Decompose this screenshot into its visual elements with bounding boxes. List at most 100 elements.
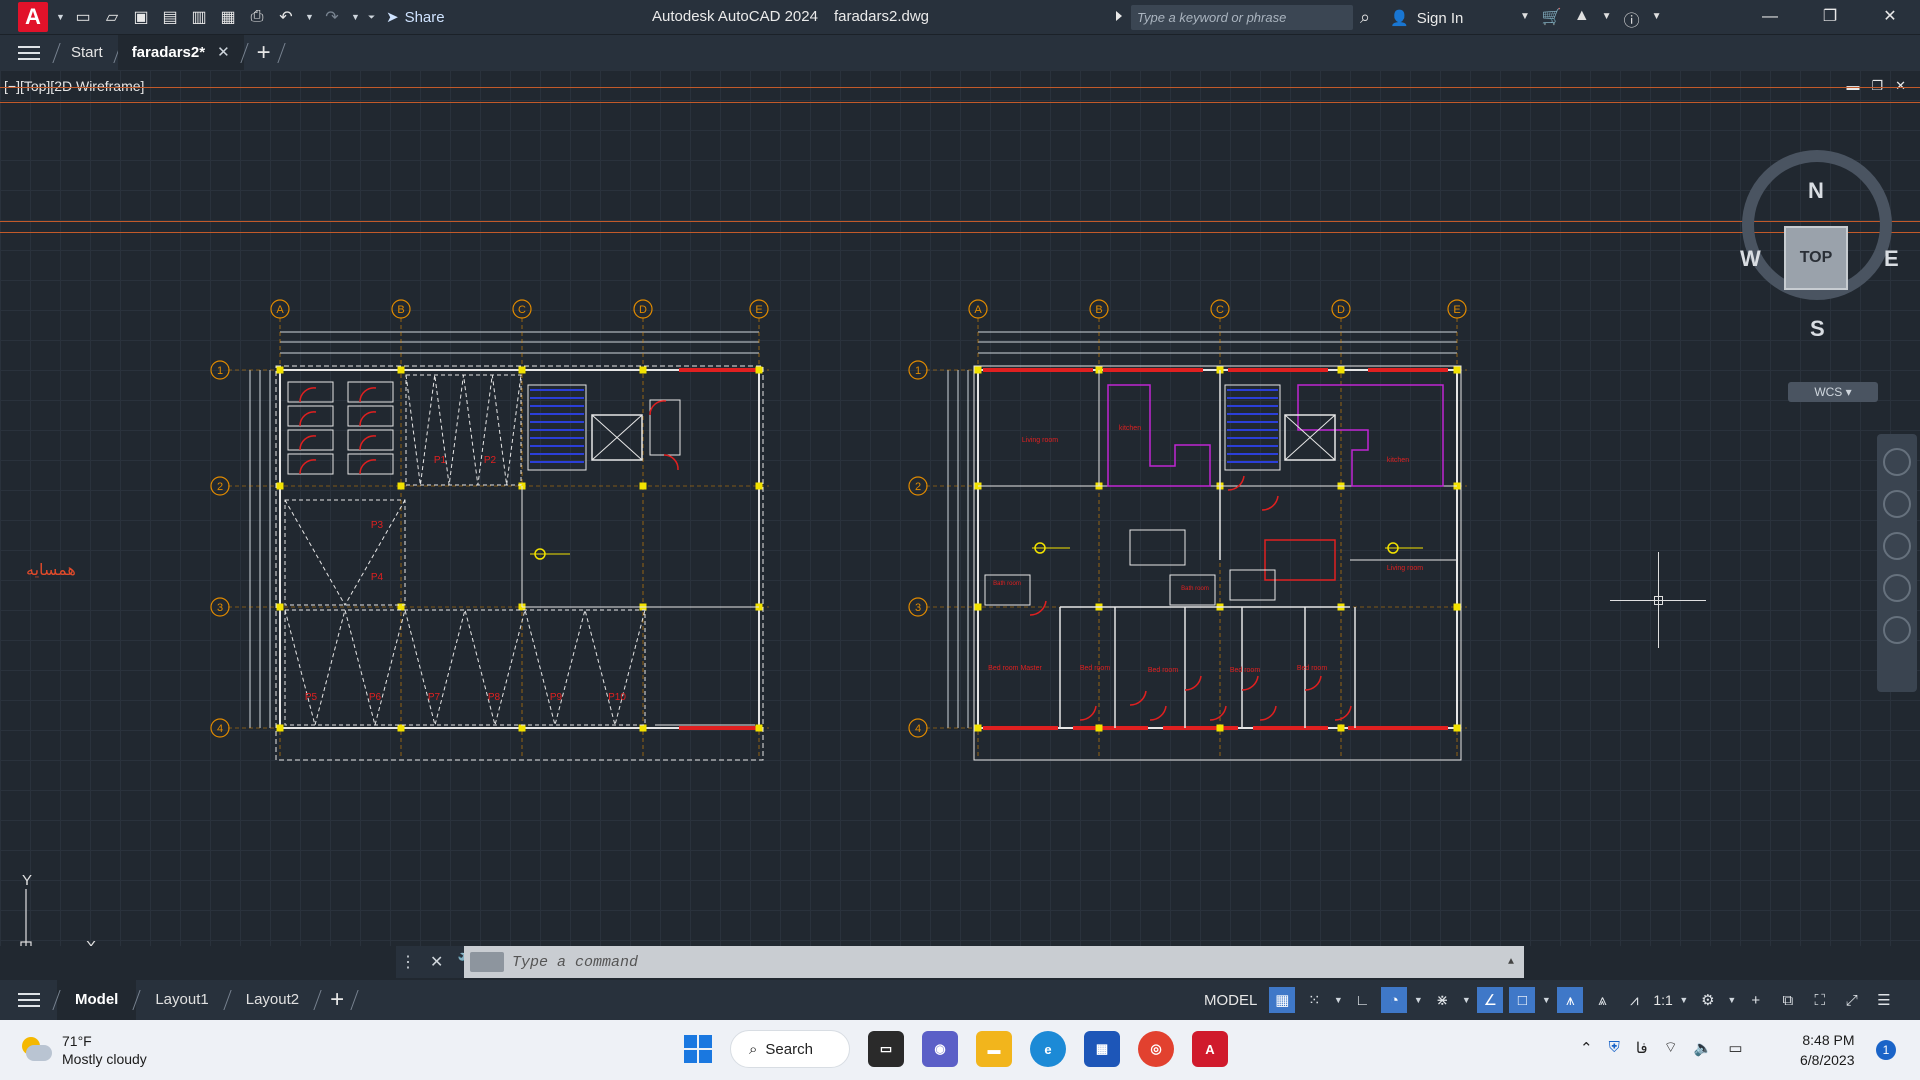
- help-search-input[interactable]: Type a keyword or phrase: [1131, 5, 1353, 30]
- ortho-icon[interactable]: ∟: [1349, 987, 1375, 1013]
- publish-icon[interactable]: ▥: [189, 7, 209, 27]
- file-explorer-icon[interactable]: ▬: [976, 1031, 1012, 1067]
- plot-icon[interactable]: ⎙: [247, 7, 267, 27]
- account-dropdown-icon[interactable]: ▼: [1602, 7, 1612, 31]
- view-cube-top-face[interactable]: TOP: [1784, 226, 1848, 290]
- tab-layout1[interactable]: Layout1: [137, 980, 226, 1020]
- signin-dropdown-icon[interactable]: ▼: [1520, 7, 1530, 31]
- wifi-icon[interactable]: ⌔: [1664, 1038, 1678, 1057]
- chrome-browser-icon[interactable]: ◎: [1138, 1031, 1174, 1067]
- restore-icon[interactable]: ❐: [1800, 0, 1860, 34]
- polar-tracking-icon[interactable]: ◔: [1381, 987, 1408, 1013]
- task-view-icon[interactable]: ▭: [868, 1031, 904, 1067]
- autocad-app-menu-button[interactable]: A: [18, 2, 48, 32]
- snap-mode-icon[interactable]: ⁙: [1301, 987, 1327, 1013]
- autocad-taskbar-icon[interactable]: A: [1192, 1031, 1228, 1067]
- customize-qa-icon[interactable]: ⏷: [368, 12, 376, 23]
- auto-scale-icon[interactable]: ⩓: [1589, 987, 1615, 1013]
- taskbar-search-button[interactable]: ⌕ Search: [730, 1030, 850, 1068]
- edge-browser-icon[interactable]: e: [1030, 1031, 1066, 1067]
- title-bar: A ▼ ▭ ▱ ▣ ▤ ▥ ▦ ⎙ ↶ ▼ ↷ ▼ ⏷ ➤ Share Auto…: [0, 0, 1920, 34]
- grid-toggle-icon[interactable]: ▦: [1269, 987, 1296, 1013]
- customize-status-icon[interactable]: ☰: [1871, 987, 1897, 1013]
- polar-dropdown-icon[interactable]: ▼: [1413, 995, 1423, 1005]
- show-hidden-icons-chevron-icon[interactable]: ⌃: [1580, 1039, 1593, 1057]
- taskbar-clock[interactable]: 8:48 PM 6/8/2023: [1800, 1030, 1855, 1070]
- command-input[interactable]: Type a command ▲: [464, 946, 1524, 978]
- wcs-menu[interactable]: WCS ▾: [1788, 382, 1878, 402]
- scale-dropdown-icon[interactable]: ▼: [1679, 995, 1689, 1005]
- sign-in-button[interactable]: 👤 Sign In: [1390, 9, 1463, 28]
- command-history-icon[interactable]: ▲: [1508, 957, 1514, 968]
- showmotion-icon[interactable]: [1883, 616, 1911, 644]
- fullscreen-icon[interactable]: ⤢: [1839, 987, 1865, 1013]
- security-shield-icon[interactable]: ⛨: [1609, 1039, 1620, 1056]
- snap-dropdown-icon[interactable]: ▼: [1333, 995, 1343, 1005]
- teams-chat-icon[interactable]: ◉: [922, 1031, 958, 1067]
- close-icon[interactable]: ✕: [1860, 0, 1920, 34]
- units-icon[interactable]: ⧉: [1775, 987, 1801, 1013]
- microsoft-store-icon[interactable]: ▦: [1084, 1031, 1120, 1067]
- file-tabs-menu-icon[interactable]: [18, 42, 40, 64]
- new-layout-button[interactable]: +: [330, 986, 344, 1014]
- object-snap-tracking-icon[interactable]: ∠: [1477, 987, 1504, 1013]
- compass-south[interactable]: S: [1810, 316, 1825, 342]
- quick-properties-icon[interactable]: ⛶: [1807, 987, 1833, 1013]
- save-icon[interactable]: ▣: [131, 7, 151, 27]
- language-indicator[interactable]: فا: [1636, 1039, 1648, 1057]
- help-icon[interactable]: ⓘ: [1624, 7, 1640, 31]
- layout-tabs-menu-icon[interactable]: [18, 989, 40, 1011]
- zoom-extents-icon[interactable]: [1883, 532, 1911, 560]
- model-space-toggle[interactable]: MODEL: [1204, 992, 1257, 1009]
- compass-north[interactable]: N: [1808, 178, 1824, 204]
- compass-west[interactable]: W: [1740, 246, 1761, 272]
- orbit-icon[interactable]: [1883, 574, 1911, 602]
- battery-icon[interactable]: ▭: [1728, 1039, 1742, 1057]
- workspace-gear-icon[interactable]: ⚙: [1695, 987, 1721, 1013]
- annotation-visibility-icon[interactable]: ⩚: [1557, 987, 1584, 1013]
- save-as-icon[interactable]: ▤: [160, 7, 180, 27]
- drawing-viewport[interactable]: [−][Top][2D Wireframe] ▬ ❐ ✕ همسایه ABCD…: [0, 70, 1920, 946]
- autodesk-account-icon[interactable]: ▲: [1574, 7, 1590, 31]
- redo-dropdown-icon[interactable]: ▼: [351, 12, 360, 22]
- structural-column: [276, 724, 284, 732]
- tab-layout2[interactable]: Layout2: [228, 980, 317, 1020]
- open-file-icon[interactable]: ▱: [102, 7, 122, 27]
- app-menu-dropdown-icon[interactable]: ▼: [56, 12, 65, 22]
- new-tab-button[interactable]: +: [257, 39, 271, 67]
- search-icon[interactable]: ⌕: [1360, 7, 1370, 28]
- search-expand-icon[interactable]: [1116, 11, 1122, 21]
- recent-commands-icon[interactable]: [470, 952, 504, 972]
- pan-icon[interactable]: [1883, 490, 1911, 518]
- share-button[interactable]: ➤ Share: [386, 8, 445, 27]
- notification-badge[interactable]: 1: [1876, 1040, 1896, 1060]
- annotation-monitor-icon[interactable]: +: [1743, 987, 1769, 1013]
- view-cube[interactable]: TOP N S W E: [1740, 126, 1899, 341]
- object-snap-icon[interactable]: □: [1509, 987, 1536, 1013]
- annotation-scale-value[interactable]: 1:1: [1653, 992, 1672, 1008]
- tab-model[interactable]: Model: [57, 980, 137, 1020]
- workspace-dropdown-icon[interactable]: ▼: [1727, 995, 1737, 1005]
- windows-start-icon[interactable]: [684, 1035, 712, 1063]
- tab-start[interactable]: Start: [57, 35, 117, 71]
- help-dropdown-icon[interactable]: ▼: [1652, 7, 1662, 31]
- new-file-icon[interactable]: ▭: [73, 7, 93, 27]
- isodraft-dropdown-icon[interactable]: ▼: [1461, 995, 1471, 1005]
- command-close-icon[interactable]: ✕: [430, 952, 443, 972]
- minimize-icon[interactable]: —: [1740, 0, 1800, 34]
- volume-icon[interactable]: 🔈: [1694, 1039, 1713, 1057]
- weather-widget[interactable]: 71°F Mostly cloudy: [18, 1032, 147, 1068]
- tab-file[interactable]: faradars2* ✕: [117, 34, 244, 71]
- osnap-dropdown-icon[interactable]: ▼: [1541, 995, 1551, 1005]
- annotation-scale-icon[interactable]: ⩘: [1621, 987, 1647, 1013]
- steering-wheel-icon[interactable]: [1883, 448, 1911, 476]
- redo-icon[interactable]: ↷: [322, 7, 342, 27]
- compass-east[interactable]: E: [1884, 246, 1899, 272]
- cart-icon[interactable]: 🛒: [1542, 7, 1562, 31]
- isodraft-icon[interactable]: ⋇: [1429, 987, 1455, 1013]
- tab-close-icon[interactable]: ✕: [217, 44, 230, 61]
- command-grip-icon[interactable]: ⋮: [400, 952, 416, 972]
- undo-icon[interactable]: ↶: [276, 7, 296, 27]
- export-icon[interactable]: ▦: [218, 7, 238, 27]
- undo-dropdown-icon[interactable]: ▼: [305, 12, 314, 22]
